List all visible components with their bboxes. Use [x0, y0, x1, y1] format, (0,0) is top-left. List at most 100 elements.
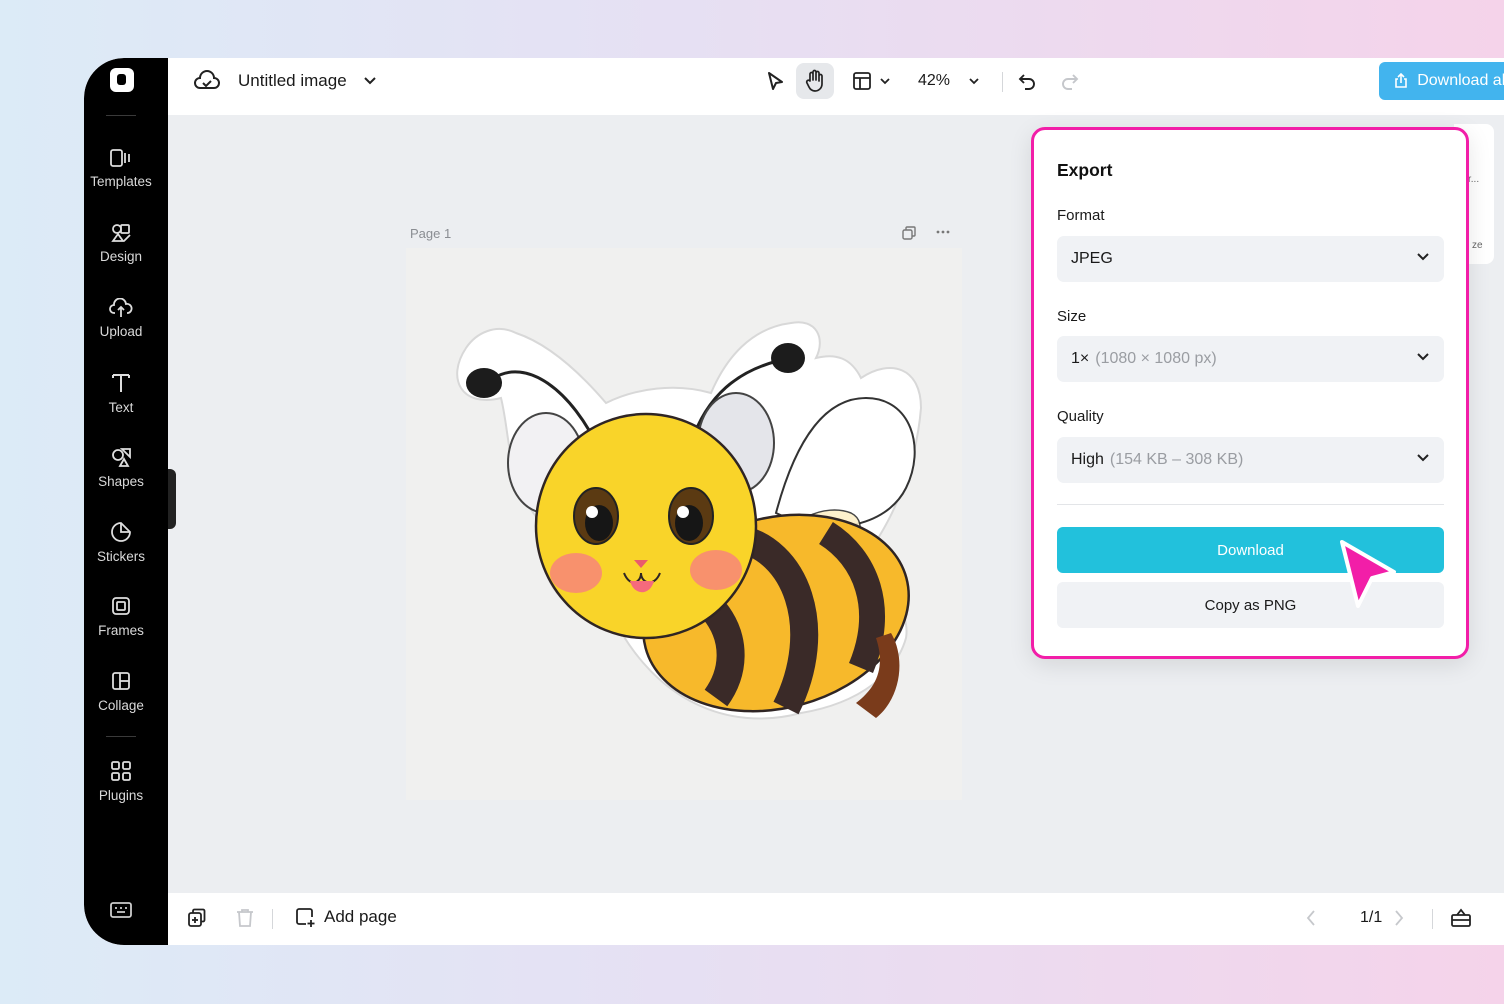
size-select[interactable]: 1× (1080 × 1080 px)	[1057, 336, 1444, 382]
sidebar-item-label: Stickers	[96, 549, 145, 564]
sidebar-divider	[106, 736, 136, 737]
undo-icon	[1018, 74, 1035, 90]
sidebar-item-frames[interactable]: Frames	[84, 595, 158, 638]
hand-tool-button[interactable]	[796, 63, 834, 99]
sidebar: Templates Design Upload Text Shapes Stic…	[84, 58, 168, 945]
stickers-icon	[111, 522, 131, 542]
mouse-cursor-icon	[1336, 538, 1400, 617]
upload-icon	[109, 298, 133, 317]
delete-page-button[interactable]	[234, 907, 256, 934]
hand-icon	[805, 69, 823, 92]
chevron-down-icon	[1417, 454, 1429, 462]
sidebar-item-label: Text	[108, 400, 134, 415]
canvas-page[interactable]	[406, 248, 962, 800]
zoom-dropdown[interactable]: 42%	[910, 63, 988, 99]
add-copy-icon	[188, 908, 206, 927]
chevron-left-icon	[1306, 910, 1315, 926]
sidebar-collapse-handle[interactable]	[168, 469, 176, 529]
toolbar-divider	[1002, 72, 1003, 92]
briefcase-icon	[1451, 908, 1471, 927]
app-window: Templates Design Upload Text Shapes Stic…	[84, 58, 1504, 945]
screenshot-frame: Templates Design Upload Text Shapes Stic…	[0, 0, 1504, 1004]
chevron-right-icon	[1395, 910, 1404, 926]
chevron-down-icon	[880, 78, 890, 85]
export-panel: Export Format JPEG Size 1× (1080 × 1080 …	[1031, 127, 1469, 659]
add-page-icon	[296, 908, 315, 927]
sidebar-item-shapes[interactable]: Shapes	[84, 446, 158, 489]
canvas-settings-button[interactable]	[1450, 907, 1472, 934]
layout-icon	[853, 72, 871, 90]
collage-icon	[112, 672, 130, 690]
size-detail: (1080 × 1080 px)	[1095, 350, 1217, 367]
templates-icon	[110, 149, 130, 167]
chevron-down-icon[interactable]	[363, 76, 377, 86]
sidebar-item-label: Design	[99, 249, 143, 264]
document-title[interactable]: Untitled image	[238, 71, 347, 91]
chevron-down-icon	[969, 78, 979, 85]
document-title-area: Untitled image	[194, 70, 377, 92]
duplicate-page-bottom-button[interactable]	[186, 907, 208, 934]
bottom-bar: Add page 1/1	[168, 893, 1504, 945]
chevron-down-icon	[1417, 253, 1429, 261]
bottom-divider	[272, 909, 273, 929]
add-page-label: Add page	[324, 907, 397, 926]
trash-icon	[237, 909, 253, 927]
sidebar-item-label: Templates	[90, 174, 152, 189]
sidebar-item-templates[interactable]: Templates	[84, 148, 158, 189]
quality-label: Quality	[1057, 408, 1104, 425]
redo-icon	[1062, 74, 1079, 90]
quality-value: High	[1071, 451, 1104, 468]
size-label: Size	[1057, 308, 1087, 325]
design-icon	[111, 224, 131, 242]
more-horizontal-icon	[936, 230, 950, 234]
top-toolbar: Untitled image 42% Download all	[168, 58, 1504, 115]
size-value: 1×	[1071, 350, 1090, 367]
duplicate-page-button[interactable]	[901, 225, 917, 246]
download-all-label: Download all	[1417, 72, 1504, 89]
panel-item-truncated: ze	[1472, 240, 1483, 251]
duplicate-icon	[902, 226, 916, 240]
sidebar-item-label: Frames	[98, 623, 144, 638]
plugins-icon	[111, 761, 131, 781]
layout-dropdown-button[interactable]	[848, 63, 894, 99]
keyboard-shortcuts-button[interactable]	[109, 900, 133, 925]
page-more-button[interactable]	[935, 224, 951, 245]
sidebar-item-collage[interactable]: Collage	[84, 670, 158, 713]
share-upload-icon	[1395, 73, 1407, 88]
shapes-icon	[112, 448, 131, 467]
pointer-icon	[768, 72, 783, 90]
panel-item-truncated: r...	[1468, 174, 1480, 185]
sidebar-item-plugins[interactable]: Plugins	[84, 760, 158, 803]
undo-button[interactable]	[1013, 63, 1041, 99]
sidebar-divider	[106, 115, 136, 116]
export-divider	[1057, 504, 1444, 505]
text-icon	[112, 374, 130, 392]
page-label: Page 1	[410, 226, 452, 241]
sidebar-item-design[interactable]: Design	[84, 223, 158, 264]
sidebar-item-label: Shapes	[98, 474, 144, 489]
app-logo[interactable]	[110, 68, 134, 92]
format-value: JPEG	[1071, 250, 1113, 267]
zoom-level: 42%	[917, 72, 951, 89]
sidebar-item-text[interactable]: Text	[84, 372, 158, 415]
prev-page-button[interactable]	[1304, 909, 1318, 932]
download-all-button[interactable]: Download all	[1379, 62, 1504, 100]
sidebar-item-stickers[interactable]: Stickers	[84, 521, 158, 564]
sidebar-item-label: Upload	[99, 324, 143, 339]
cloud-saved-icon[interactable]	[194, 70, 220, 92]
format-select[interactable]: JPEG	[1057, 236, 1444, 282]
page-counter: 1/1	[1360, 909, 1383, 926]
quality-select[interactable]: High (154 KB – 308 KB)	[1057, 437, 1444, 483]
redo-button[interactable]	[1056, 63, 1084, 99]
sidebar-item-label: Collage	[98, 698, 144, 713]
keyboard-icon	[110, 902, 132, 918]
select-tool-button[interactable]	[758, 63, 792, 99]
sidebar-item-label: Plugins	[98, 788, 144, 803]
bottom-divider	[1432, 909, 1433, 929]
next-page-button[interactable]	[1392, 909, 1406, 932]
quality-detail: (154 KB – 308 KB)	[1109, 451, 1244, 468]
add-page-button[interactable]: Add page	[294, 906, 397, 928]
bee-sticker-image[interactable]	[406, 248, 962, 800]
sidebar-item-upload[interactable]: Upload	[84, 298, 158, 339]
chevron-down-icon	[1417, 353, 1429, 361]
